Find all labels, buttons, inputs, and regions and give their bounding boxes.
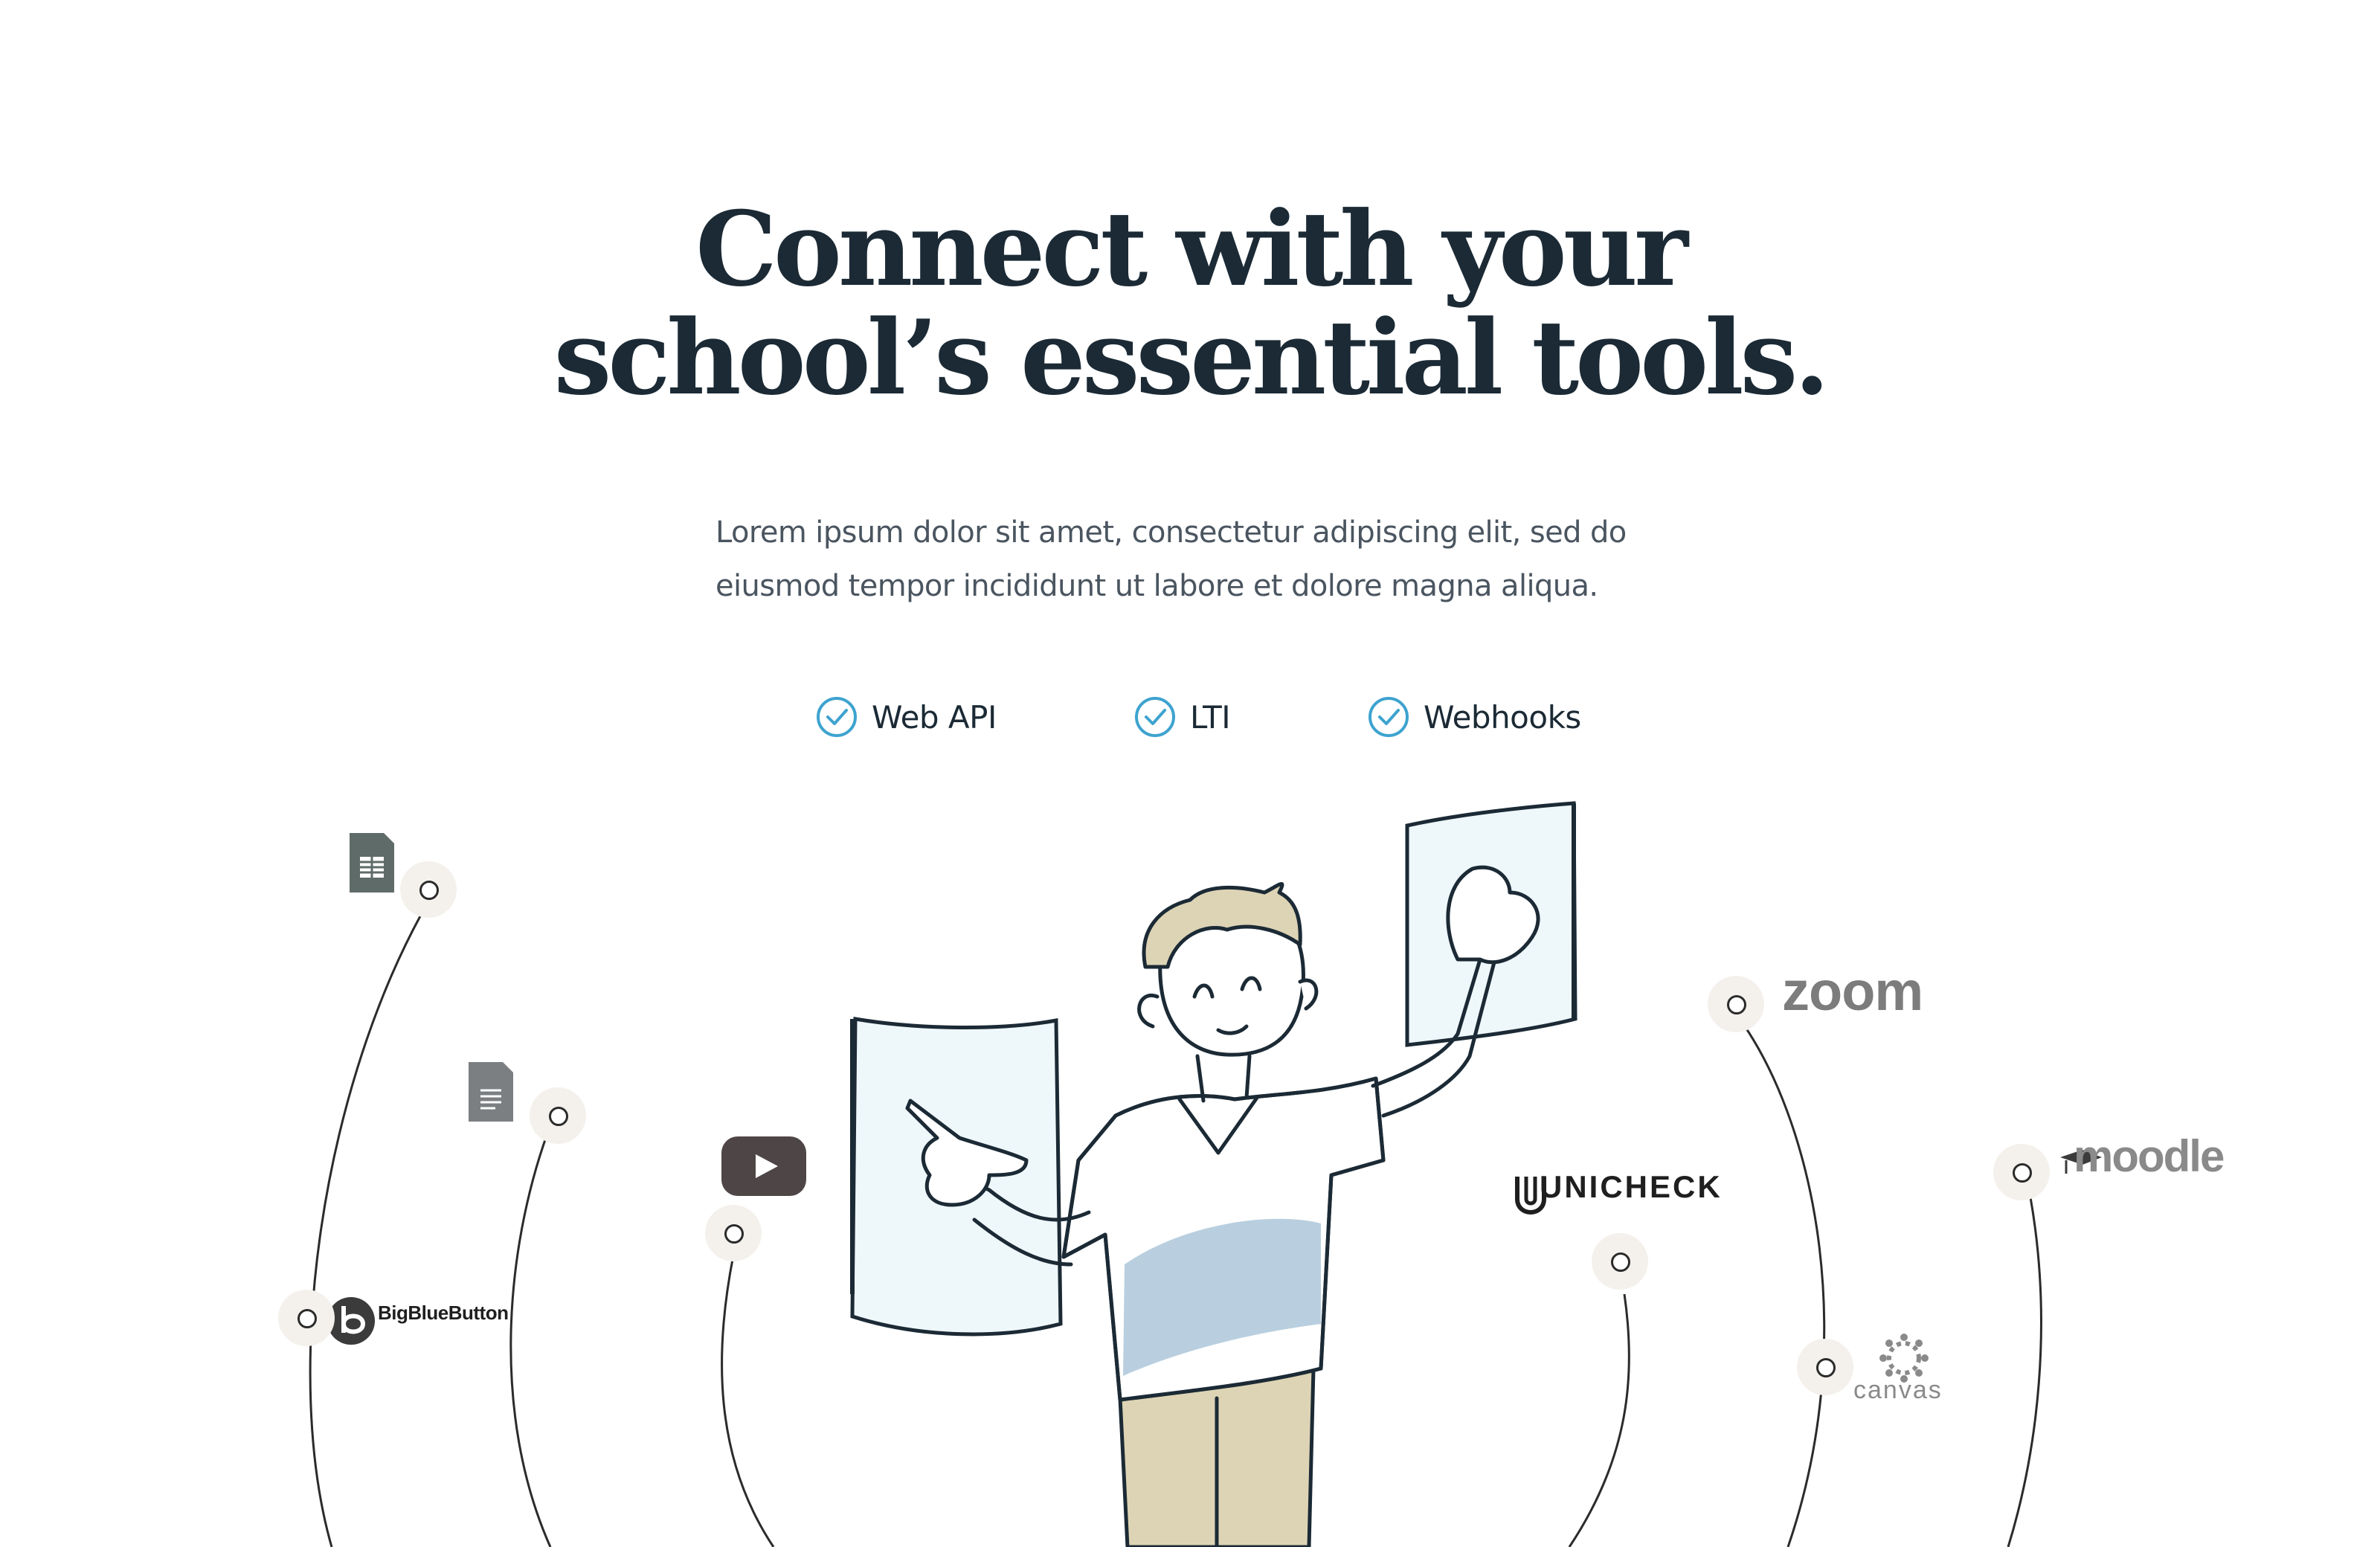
moodle-logo: moodle (2074, 1131, 2225, 1181)
right-screen-panel (1405, 801, 1577, 1047)
lead-paragraph: Lorem ipsum dolor sit amet, consectetur … (715, 515, 1627, 603)
check-circle-icon (817, 697, 857, 737)
feature-web-api: Web API (815, 692, 997, 742)
feature-label: Web API (872, 698, 997, 736)
feature-lti: LTI (1133, 692, 1231, 742)
connector-node-bigbluebutton (278, 1290, 335, 1346)
connector-node-moodle (1993, 1144, 2050, 1200)
headline-line-2: school’s essential tools. (553, 297, 1830, 418)
connector-node-zoom (1708, 976, 1764, 1032)
zoom-logo: zoom (1782, 960, 1923, 1022)
check-circle-icon (1368, 697, 1409, 737)
canvas-logo: canvas (1853, 1376, 1943, 1404)
person-figure (905, 865, 1540, 1547)
feature-webhooks: Webhooks (1367, 692, 1581, 742)
connector-node-sheets (400, 861, 457, 918)
headline-line-1: Connect with your (695, 188, 1688, 309)
google-docs-icon (469, 1062, 513, 1122)
connector-node-unicheck (1592, 1233, 1648, 1290)
unicheck-logo: UNICHECK (1540, 1169, 1723, 1204)
check-circle-icon (1135, 697, 1175, 737)
feature-label: Webhooks (1424, 698, 1581, 736)
connector-node-docs (530, 1087, 586, 1144)
connector-node-youtube (705, 1205, 762, 1261)
connector-node-canvas (1797, 1339, 1853, 1395)
feature-list: Web API LTI Webhooks (0, 692, 2380, 742)
google-sheets-icon (350, 833, 394, 892)
left-screen-panel (850, 1017, 1063, 1337)
page-headline: Connect with your school’s essential too… (0, 195, 2380, 412)
feature-label: LTI (1190, 698, 1231, 736)
youtube-icon (721, 1136, 806, 1196)
bigbluebutton-logo: BigBlueButton (378, 1302, 509, 1324)
